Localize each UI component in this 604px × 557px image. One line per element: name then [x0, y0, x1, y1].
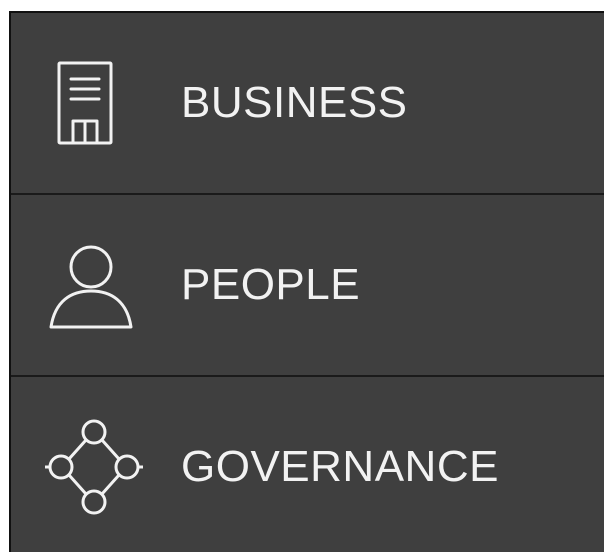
- network-icon: [45, 419, 143, 515]
- menu-item-business[interactable]: BUSINESS: [11, 13, 604, 195]
- menu-item-governance[interactable]: GOVERNANCE: [11, 377, 604, 557]
- category-menu: BUSINESS PEOPLE GOVERNANCE: [9, 11, 604, 552]
- person-icon: [49, 245, 133, 329]
- menu-item-governance-label: GOVERNANCE: [181, 442, 499, 491]
- menu-item-business-label: BUSINESS: [181, 78, 408, 127]
- menu-item-governance-icon-wrap: [11, 377, 181, 557]
- menu-item-people-label: PEOPLE: [181, 260, 361, 309]
- menu-item-business-icon-wrap: [11, 13, 181, 193]
- menu-item-people-icon-wrap: [11, 195, 181, 375]
- building-icon: [57, 61, 113, 145]
- menu-item-people[interactable]: PEOPLE: [11, 195, 604, 377]
